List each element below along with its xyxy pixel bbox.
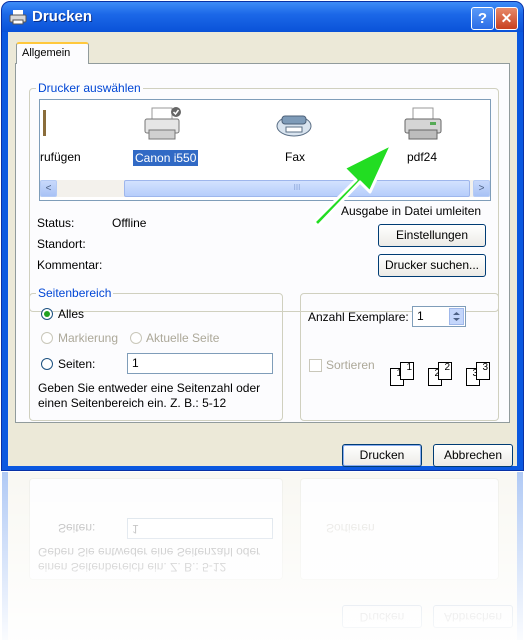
window-reflection: Drucken Abbrechen einen Seitenbereich ei… xyxy=(0,472,527,640)
scroll-left-button[interactable]: < xyxy=(40,180,57,197)
find-printer-button[interactable]: Drucker suchen... xyxy=(378,254,486,277)
pages-label[interactable]: Seiten: xyxy=(58,357,95,371)
tab-allgemein[interactable]: Allgemein xyxy=(16,42,89,64)
status-label: Status: xyxy=(37,216,75,230)
print-button[interactable]: Drucken xyxy=(342,444,422,467)
comment-label: Kommentar: xyxy=(37,258,103,272)
all-pages-radio[interactable] xyxy=(41,308,53,320)
collate-checkbox[interactable] xyxy=(309,359,322,372)
list-item[interactable]: rufügen xyxy=(40,100,100,180)
collate-label[interactable]: Sortieren xyxy=(326,358,375,372)
collate-page: 1 xyxy=(400,362,414,380)
scroll-right-button[interactable]: > xyxy=(473,180,490,197)
cancel-button[interactable]: Abbrechen xyxy=(433,444,513,467)
pages-radio[interactable] xyxy=(41,358,53,370)
printer-list[interactable]: rufügen Canon i550 Fax pdf24 < III > xyxy=(39,99,491,201)
title-bar[interactable]: Drucken ? ✕ xyxy=(2,2,523,32)
list-item[interactable]: Canon i550 xyxy=(124,100,204,180)
scroll-thumb[interactable]: III xyxy=(124,180,470,197)
reflection-fade xyxy=(0,472,527,640)
printer-group-legend: Drucker auswählen xyxy=(36,81,143,95)
page-range-hint-line1: Geben Sie entweder eine Seitenzahl oder xyxy=(38,381,261,395)
printer-label: rufügen xyxy=(40,150,81,164)
copies-label: Anzahl Exemplare: xyxy=(308,310,409,324)
dialog-client-area: Allgemein Drucker auswählen rufügen Cano… xyxy=(8,32,517,467)
all-pages-label[interactable]: Alles xyxy=(58,307,84,321)
spinner-arrows-icon xyxy=(453,312,460,321)
horizontal-scrollbar[interactable]: < III > xyxy=(40,180,490,197)
help-button[interactable]: ? xyxy=(471,7,494,30)
collate-page: 3 xyxy=(476,362,490,380)
print-dialog-window: Drucken ? ✕ Allgemein Drucker auswählen … xyxy=(2,2,523,470)
window-title: Drucken xyxy=(32,8,93,25)
current-page-radio[interactable] xyxy=(130,332,142,344)
copies-spinner[interactable] xyxy=(449,308,464,325)
green-arrow-icon xyxy=(312,142,394,228)
printer-label: pdf24 xyxy=(407,150,438,164)
selection-label[interactable]: Markierung xyxy=(58,331,118,345)
printer-label-selected: Canon i550 xyxy=(133,150,199,166)
current-page-label[interactable]: Aktuelle Seite xyxy=(146,331,219,345)
printer-icon xyxy=(144,107,181,140)
printer-icon xyxy=(9,10,27,25)
add-printer-icon xyxy=(43,110,46,136)
location-label: Standort: xyxy=(37,237,86,251)
status-value: Offline xyxy=(112,216,147,230)
page-range-hint-line2: einen Seitenbereich ein. Z. B.: 5-12 xyxy=(38,396,227,410)
selection-radio[interactable] xyxy=(41,332,53,344)
close-button[interactable]: ✕ xyxy=(495,7,518,30)
collate-page: 2 xyxy=(438,362,452,380)
page-range-legend: Seitenbereich xyxy=(36,286,114,300)
pages-input[interactable]: 1 xyxy=(127,353,273,374)
collate-illustration: 1 1 2 2 3 3 xyxy=(383,362,493,398)
